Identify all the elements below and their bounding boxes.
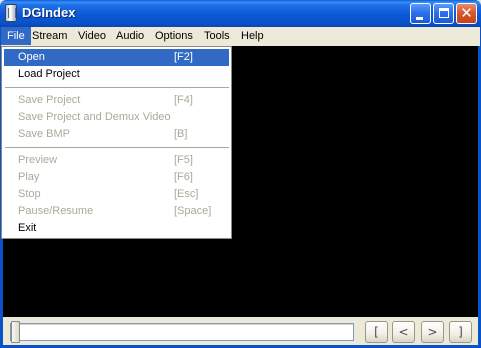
menu-item-shortcut: [Esc]	[174, 188, 199, 200]
menu-item-label: Stop	[18, 188, 41, 200]
menu-item-pause-resume[interactable]: Pause/Resume [Space]	[4, 203, 229, 220]
menu-tools[interactable]: Tools	[198, 27, 236, 45]
menu-item-shortcut: [F6]	[174, 171, 193, 183]
slider-thumb[interactable]	[11, 321, 20, 343]
menu-item-label: Preview	[18, 154, 58, 166]
menu-item-label: Play	[18, 171, 40, 183]
menu-help[interactable]: Help	[235, 27, 270, 45]
menu-item-label: Save BMP	[18, 128, 70, 140]
menu-separator	[5, 147, 229, 149]
menu-item-open[interactable]: Open [F2]	[4, 49, 229, 66]
menu-item-save-project-demux[interactable]: Save Project and Demux Video	[4, 109, 229, 126]
menu-item-shortcut: [Space]	[174, 205, 212, 217]
title-bar[interactable]: DGIndex ✕	[0, 0, 481, 27]
minimize-button[interactable]	[410, 3, 431, 24]
menu-item-label: Save Project and Demux Video	[18, 111, 171, 123]
menu-stream[interactable]: Stream	[26, 27, 73, 45]
file-menu-dropdown: Open [F2] Load Project Save Project [F4]…	[1, 46, 232, 239]
menu-item-shortcut: [F4]	[174, 94, 193, 106]
menu-item-shortcut: [B]	[174, 128, 188, 140]
menu-item-label: Open	[18, 51, 45, 63]
menu-item-label: Save Project	[18, 94, 81, 106]
app-icon[interactable]	[5, 4, 17, 22]
position-slider[interactable]	[10, 321, 354, 343]
menu-item-play[interactable]: Play [F6]	[4, 169, 229, 186]
minimize-icon	[416, 17, 423, 20]
close-button[interactable]: ✕	[456, 3, 477, 24]
close-icon: ✕	[460, 4, 473, 22]
menu-video[interactable]: Video	[72, 27, 112, 45]
menu-item-save-bmp[interactable]: Save BMP [B]	[4, 126, 229, 143]
menu-item-shortcut: [F5]	[174, 154, 193, 166]
menu-item-save-project[interactable]: Save Project [F4]	[4, 92, 229, 109]
window-title: DGIndex	[22, 5, 76, 20]
menu-item-label: Load Project	[18, 68, 80, 80]
menu-bar: File Stream Video Audio Options Tools He…	[0, 27, 481, 46]
menu-item-preview[interactable]: Preview [F5]	[4, 152, 229, 169]
mark-end-button[interactable]: ]	[449, 321, 472, 343]
menu-item-stop[interactable]: Stop [Esc]	[4, 186, 229, 203]
menu-item-label: Pause/Resume	[18, 205, 94, 217]
menu-audio[interactable]: Audio	[110, 27, 150, 45]
step-forward-button[interactable]: >	[421, 321, 444, 343]
step-back-button[interactable]: <	[392, 321, 415, 343]
transport-bar: [ < > ]	[0, 317, 481, 348]
menu-item-shortcut: [F2]	[174, 51, 193, 63]
menu-item-load-project[interactable]: Load Project	[4, 66, 229, 83]
maximize-button[interactable]	[433, 3, 454, 24]
dgindex-window: DGIndex ✕ File Stream Video Audio Option…	[0, 0, 481, 348]
mark-start-button[interactable]: [	[365, 321, 388, 343]
menu-separator	[5, 87, 229, 89]
menu-item-exit[interactable]: Exit	[4, 220, 229, 237]
menu-item-label: Exit	[18, 222, 37, 234]
menu-options[interactable]: Options	[149, 27, 199, 45]
maximize-icon	[439, 8, 449, 18]
